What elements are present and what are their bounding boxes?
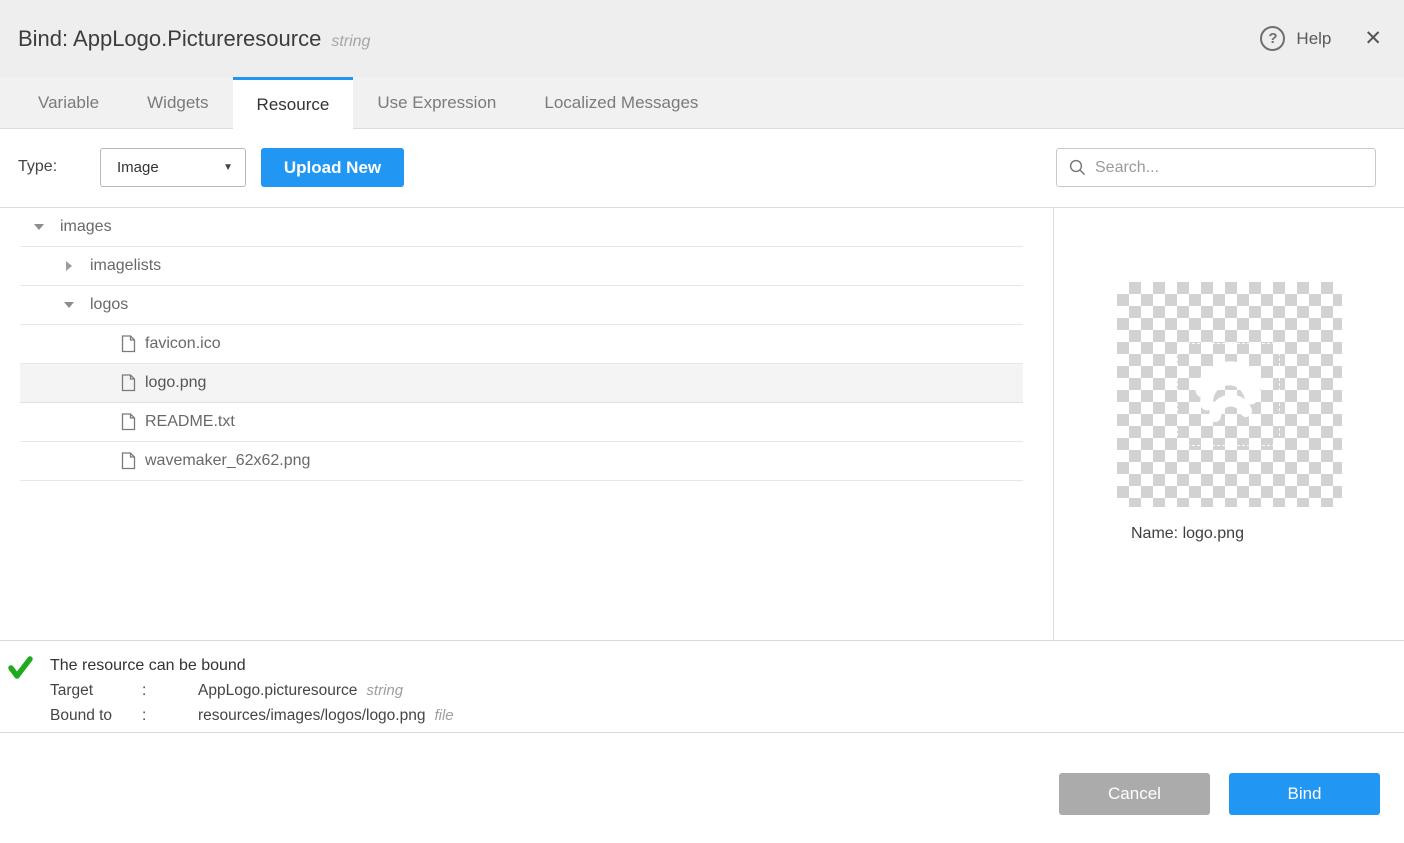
tree-item-label: imagelists (90, 257, 161, 275)
logo-image (1191, 354, 1269, 432)
dialog-title-text: Bind: AppLogo.Pictureresource (18, 26, 321, 51)
dialog-title-type: string (331, 33, 370, 50)
toolbar: Type: Image ▼ Upload New (0, 129, 1404, 208)
tree-item-label: images (60, 218, 112, 236)
check-icon (7, 654, 34, 681)
resource-tree: images imagelists logos favicon.ico logo… (0, 208, 1053, 640)
cancel-button[interactable]: Cancel (1059, 773, 1210, 815)
status-row: Target : AppLogo.picturesource string (50, 678, 454, 703)
status-message: The resource can be bound (50, 653, 454, 678)
tree-item-label: logo.png (145, 374, 206, 392)
status-row-colon: : (142, 703, 198, 728)
file-icon (121, 413, 136, 431)
tab-widgets[interactable]: Widgets (123, 77, 232, 129)
status-row-value-wrap: resources/images/logos/logo.png file (198, 703, 454, 728)
upload-new-button[interactable]: Upload New (261, 148, 404, 187)
tree-row[interactable]: README.txt (20, 403, 1023, 442)
caret-right-icon[interactable] (63, 260, 75, 272)
status-row-type: file (434, 707, 453, 724)
tab-label: Localized Messages (544, 93, 698, 112)
status-row-label: Target (50, 678, 142, 703)
tree-item-label: favicon.ico (145, 335, 221, 353)
tab-label: Variable (38, 93, 99, 112)
status-section: The resource can be bound Target : AppLo… (0, 640, 1404, 733)
status-row-value: resources/images/logos/logo.png (198, 707, 425, 724)
chevron-down-icon: ▼ (223, 162, 233, 173)
status-row-value-wrap: AppLogo.picturesource string (198, 678, 454, 703)
status-row: Bound to : resources/images/logos/logo.p… (50, 703, 454, 728)
tree-item-label: logos (90, 296, 128, 314)
tree-row[interactable]: images (20, 208, 1023, 247)
tree-row[interactable]: favicon.ico (20, 325, 1023, 364)
status-row-type: string (366, 682, 403, 699)
tab-localized-messages[interactable]: Localized Messages (520, 77, 722, 129)
type-select-value: Image (117, 159, 159, 176)
tree-row[interactable]: logo.png (20, 364, 1023, 403)
type-select[interactable]: Image ▼ (100, 148, 246, 187)
preview-name: Name: logo.png (1131, 525, 1244, 543)
status-rows: Target : AppLogo.picturesource string Bou… (50, 678, 454, 728)
tab-label: Use Expression (377, 93, 496, 112)
status-row-label: Bound to (50, 703, 142, 728)
tree-row[interactable]: wavemaker_62x62.png (20, 442, 1023, 481)
search-icon (1069, 159, 1086, 176)
image-preview (1117, 282, 1342, 507)
tab-bar: Variable Widgets Resource Use Expression… (0, 77, 1404, 129)
type-label: Type: (18, 158, 57, 176)
status-row-value: AppLogo.picturesource (198, 682, 357, 699)
tree-item-label: wavemaker_62x62.png (145, 452, 310, 470)
help-link[interactable]: Help (1296, 29, 1331, 49)
search-input[interactable] (1095, 159, 1363, 177)
bind-button[interactable]: Bind (1229, 773, 1380, 815)
tree-item-label: README.txt (145, 413, 235, 431)
preview-panel: Name: logo.png (1054, 208, 1404, 640)
tab-label: Widgets (147, 93, 208, 112)
search-box[interactable] (1056, 148, 1376, 187)
tree-row[interactable]: logos (20, 286, 1023, 325)
tab-variable[interactable]: Variable (14, 77, 123, 129)
dialog-title: Bind: AppLogo.Pictureresource string (18, 26, 370, 52)
tab-resource[interactable]: Resource (233, 77, 354, 132)
tree-row[interactable]: imagelists (20, 247, 1023, 286)
dialog-header: Bind: AppLogo.Pictureresource string ? He… (0, 0, 1404, 77)
status-row-colon: : (142, 678, 198, 703)
caret-down-icon[interactable] (33, 221, 45, 233)
close-icon[interactable]: ✕ (1364, 28, 1382, 49)
tab-use-expression[interactable]: Use Expression (353, 77, 520, 129)
tab-label: Resource (257, 95, 330, 114)
help-icon[interactable]: ? (1260, 26, 1285, 51)
file-icon (121, 335, 136, 353)
file-icon (121, 452, 136, 470)
caret-down-icon[interactable] (63, 299, 75, 311)
file-icon (121, 374, 136, 392)
